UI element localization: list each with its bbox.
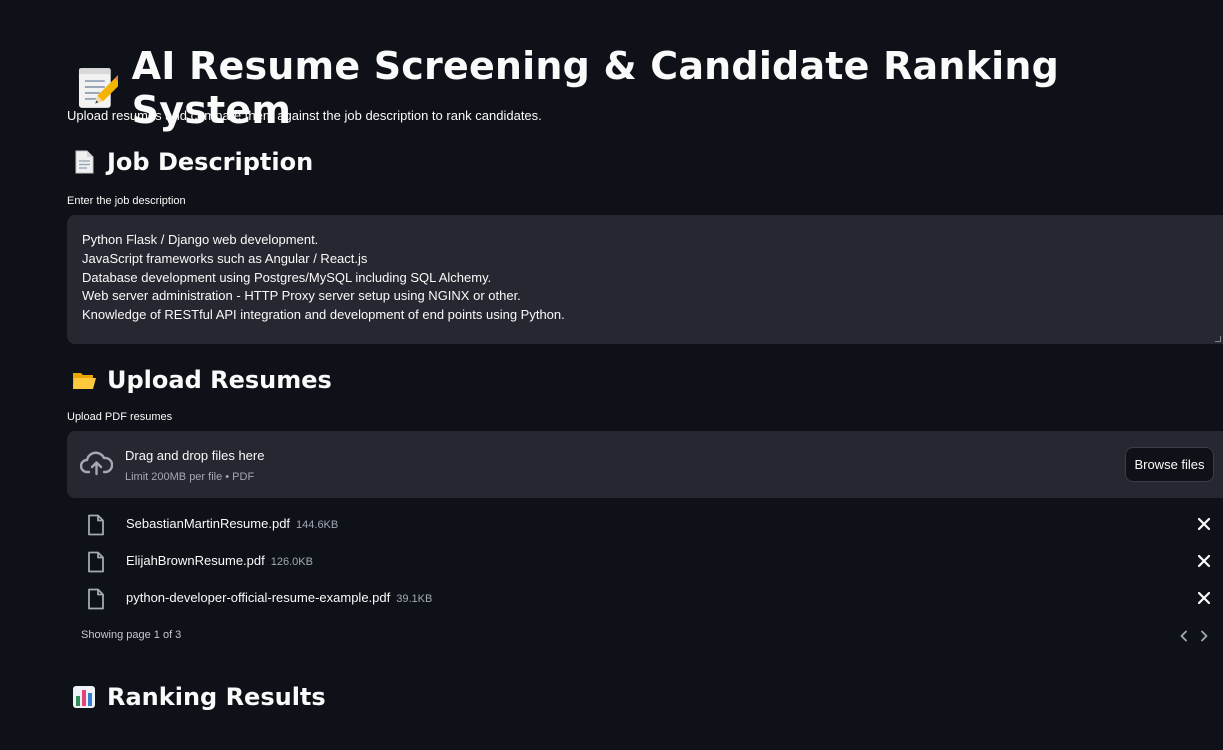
folder-icon — [73, 373, 96, 389]
file-name: ElijahBrownResume.pdf — [126, 553, 265, 568]
remove-file-icon[interactable] — [1196, 516, 1212, 532]
file-icon — [88, 588, 104, 610]
chevron-right-icon[interactable] — [1198, 629, 1210, 643]
file-size: 126.0KB — [270, 556, 313, 568]
file-size: 144.6KB — [296, 519, 339, 531]
dropzone-instructions: Drag and drop files here — [125, 448, 265, 463]
uploaded-file-row: python-developer-official-resume-example… — [86, 584, 1216, 614]
resize-handle[interactable] — [1215, 336, 1221, 342]
dropzone-limit: Limit 200MB per file • PDF — [125, 471, 255, 483]
page-subtitle: Upload resumes and compare them against … — [67, 108, 542, 123]
file-icon — [88, 551, 104, 573]
remove-file-icon[interactable] — [1196, 590, 1212, 606]
uploaded-file-row: SebastianMartinResume.pdf 144.6KB — [86, 510, 1216, 540]
jd-line: Web server administration - HTTP Proxy s… — [82, 288, 521, 304]
uploaded-file-row: ElijahBrownResume.pdf 126.0KB — [86, 547, 1216, 577]
job-description-label: Enter the job description — [67, 195, 186, 207]
pagination-status: Showing page 1 of 3 — [81, 629, 182, 641]
job-description-heading: Job Description — [71, 148, 313, 176]
file-icon — [88, 514, 104, 536]
file-size: 39.1KB — [396, 593, 433, 605]
upload-label: Upload PDF resumes — [67, 411, 173, 423]
remove-file-icon[interactable] — [1196, 553, 1212, 569]
memo-pencil-icon — [78, 68, 118, 108]
jd-line: Database development using Postgres/MySQ… — [82, 269, 492, 285]
chevron-left-icon[interactable] — [1178, 629, 1190, 643]
ranking-results-heading: Ranking Results — [71, 683, 326, 711]
page-icon — [75, 150, 94, 174]
cloud-upload-icon — [80, 451, 113, 476]
file-name: SebastianMartinResume.pdf — [126, 516, 291, 531]
bar-chart-icon — [73, 686, 95, 708]
file-name: python-developer-official-resume-example… — [126, 590, 391, 605]
job-description-textarea[interactable]: Python Flask / Django web development. J… — [67, 215, 1223, 344]
file-dropzone[interactable]: Drag and drop files here Limit 200MB per… — [67, 431, 1223, 498]
jd-line: Knowledge of RESTful API integration and… — [82, 307, 565, 323]
jd-line: JavaScript frameworks such as Angular / … — [82, 250, 368, 266]
app-page: AI Resume Screening & Candidate Ranking … — [0, 0, 1223, 750]
browse-files-button[interactable]: Browse files — [1125, 447, 1214, 482]
jd-line: Python Flask / Django web development. — [82, 232, 319, 247]
upload-resumes-heading: Upload Resumes — [71, 366, 332, 394]
